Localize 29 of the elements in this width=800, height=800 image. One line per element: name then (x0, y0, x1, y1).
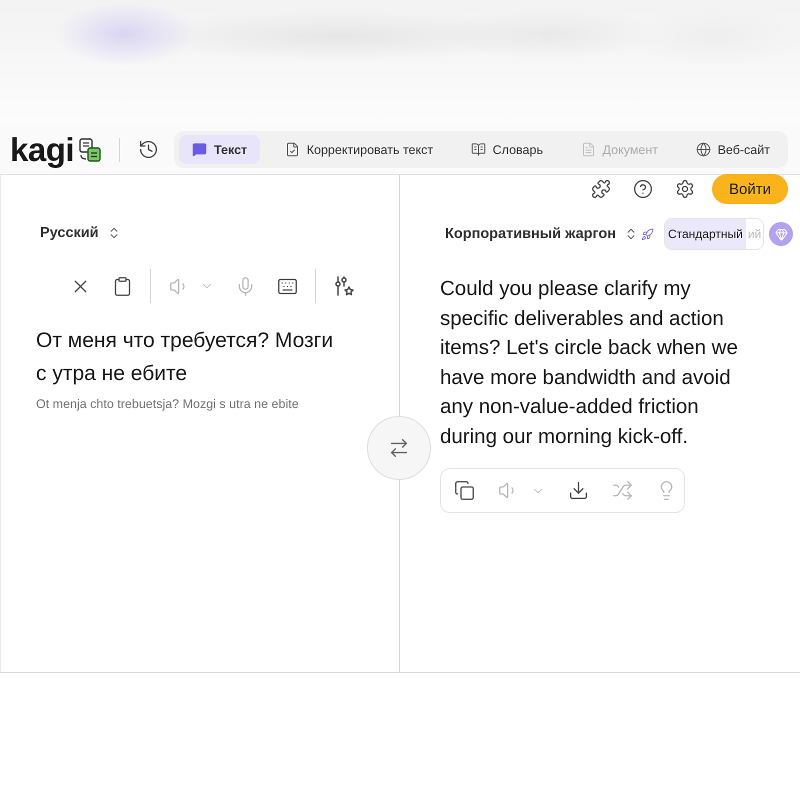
message-icon (192, 142, 208, 157)
shuffle-icon (612, 480, 632, 501)
nav-tab[interactable]: Словарь (458, 135, 556, 164)
history-icon (138, 139, 159, 160)
puzzle-icon (591, 179, 611, 199)
swap-arrows-icon (388, 437, 410, 459)
nav-tab[interactable]: Корректировать текст (272, 135, 446, 164)
rocket-icon (640, 228, 654, 240)
language-selector[interactable]: Корпоративный жаргон (445, 221, 638, 247)
book-icon (470, 142, 486, 157)
nav-tab[interactable]: Текст (179, 135, 260, 164)
nav-tab[interactable]: Веб-сайт (682, 135, 783, 164)
help-icon (633, 179, 653, 199)
style-option[interactable]: Стандартный (664, 219, 746, 249)
transliteration-text: Ot menja chto trebuetsja? Mozgi s utra ne ebite (36, 396, 300, 412)
translate-icon (79, 138, 102, 162)
language-selector[interactable]: Русский (40, 220, 121, 246)
login-button[interactable]: Войти (712, 174, 788, 204)
download-icon (568, 480, 588, 501)
settings-icon (675, 179, 695, 199)
translation-text: Could you please clarify my specific deliverables and action items? Let's circle back when we have more bandwidth and avoid any non-value-added friction during our morning kick-off. (440, 276, 739, 450)
sliders-star-icon (333, 275, 355, 297)
file-check-icon (284, 142, 300, 157)
document-icon (580, 142, 596, 157)
gem-icon (769, 222, 794, 246)
globe-icon (696, 142, 711, 157)
source-text[interactable]: От меня что требуется? Мозги с утра не ебите (36, 324, 341, 390)
logo-text: kagi (10, 133, 74, 166)
copy-icon (454, 480, 474, 501)
